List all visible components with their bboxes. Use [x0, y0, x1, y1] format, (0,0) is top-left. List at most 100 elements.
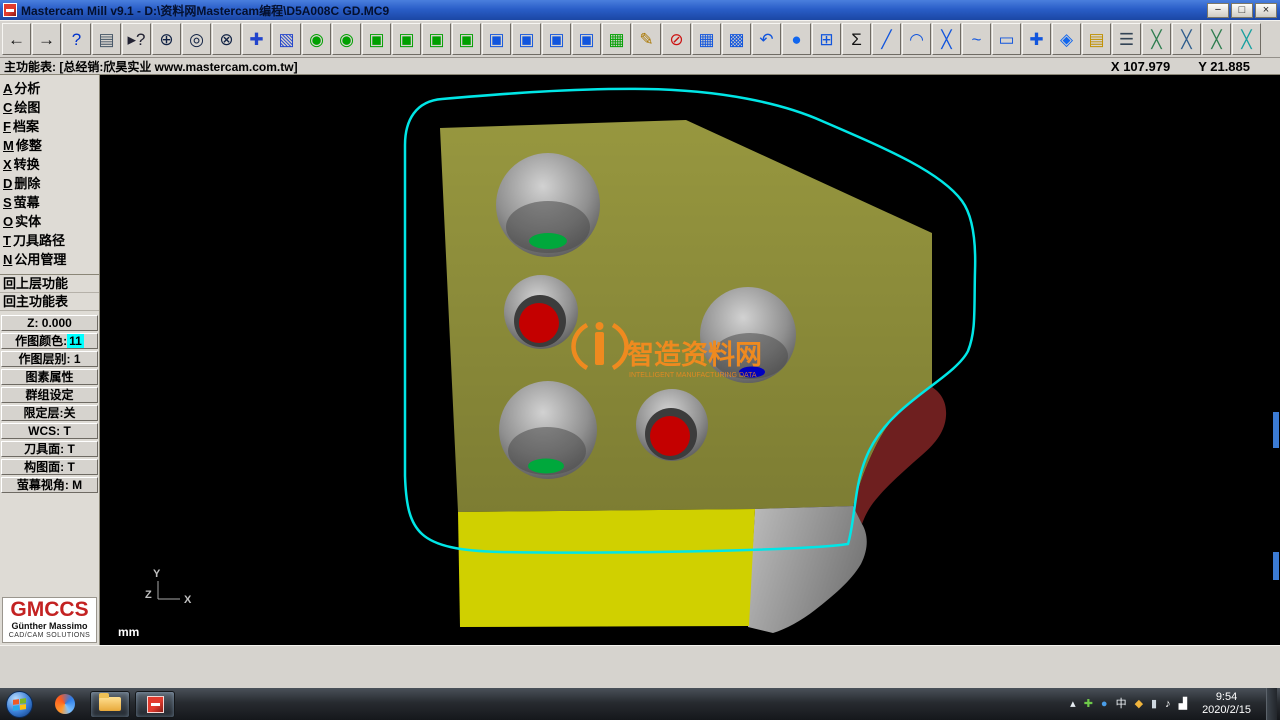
gview-iso-icon[interactable]: ◉ — [302, 23, 331, 55]
show-hidden-icon[interactable]: ▴ — [1070, 699, 1076, 710]
zoom-fit-icon[interactable]: ◎ — [182, 23, 211, 55]
cursor-coordinates: X 107.979 Y 21.885 — [1111, 59, 1276, 74]
axis-y-label: Y — [153, 568, 161, 580]
setting-button[interactable]: 刀具面: T — [1, 441, 98, 457]
forward-icon[interactable]: → — [32, 23, 61, 55]
trim-icon[interactable]: ╳ — [932, 23, 961, 55]
axes-indicator: Y Z X — [145, 568, 192, 606]
menu-item[interactable]: D删除 — [0, 174, 99, 193]
solid-cube-icon[interactable]: ◈ — [1052, 23, 1081, 55]
graphics-viewport[interactable]: 智造资料网 INTELLIGENT MANUFACTURING DATA Y Z… — [100, 75, 1280, 645]
hole-bottom-left — [499, 381, 597, 479]
paste-window-icon[interactable]: ▩ — [722, 23, 751, 55]
ime-icon[interactable]: 中 — [1116, 699, 1127, 710]
shade-icon[interactable]: ▦ — [602, 23, 631, 55]
menu-item[interactable]: N公用管理 — [0, 250, 99, 269]
setting-button[interactable]: 构图面: T — [1, 459, 98, 475]
setting-button[interactable]: 作图层别: 1 — [1, 351, 98, 367]
gview-side-icon[interactable]: ▣ — [422, 23, 451, 55]
taskbar-browser-button[interactable] — [45, 691, 85, 718]
menu-item[interactable]: M修整 — [0, 136, 99, 155]
point-cross-icon[interactable]: ✚ — [1022, 23, 1051, 55]
cplane-3d-icon[interactable]: ▣ — [482, 23, 511, 55]
toolbar-icon: ▸? — [128, 31, 146, 48]
setting-button[interactable]: WCS: T — [1, 423, 98, 439]
zoom-in-icon[interactable]: ⊕ — [152, 23, 181, 55]
menu-item-label: 修整 — [16, 138, 42, 153]
menu-shortcut-key: M — [3, 138, 14, 153]
spline-icon[interactable]: ~ — [962, 23, 991, 55]
start-button[interactable] — [6, 691, 33, 718]
menu-item-label: 档案 — [13, 119, 39, 134]
notepad-icon[interactable]: ▤ — [92, 23, 121, 55]
menu-item[interactable]: O实体 — [0, 212, 99, 231]
drawer-icon[interactable]: ▤ — [1082, 23, 1111, 55]
scrollbar-marker-upper[interactable] — [1273, 412, 1279, 448]
backup-menu-button[interactable]: 回上层功能 — [0, 275, 99, 293]
zoom-window-icon[interactable]: ▧ — [272, 23, 301, 55]
sigma-icon[interactable]: Σ — [842, 23, 871, 55]
close-button[interactable]: × — [1255, 3, 1277, 18]
xform-mirror-icon[interactable]: ╳ — [1142, 23, 1171, 55]
security-icon[interactable]: ✚ — [1084, 699, 1093, 710]
main-menu-button[interactable]: 回主功能表 — [0, 293, 99, 311]
menu-item[interactable]: A分析 — [0, 79, 99, 98]
system-tray: ▴ ✚ ● 中 ◆ ▮ ♪ ▟ 9:54 2020/2/15 — [1070, 688, 1280, 720]
maximize-button[interactable]: □ — [1231, 3, 1253, 18]
zoom-target-icon[interactable]: ⊗ — [212, 23, 241, 55]
xform-offset-icon[interactable]: ╳ — [1232, 23, 1261, 55]
gview-top-icon[interactable]: ▣ — [362, 23, 391, 55]
show-desktop-button[interactable] — [1266, 688, 1277, 720]
color-button[interactable]: 作图颜色:11 — [1, 333, 98, 349]
line-icon[interactable]: ╱ — [872, 23, 901, 55]
cplane-side-icon[interactable]: ▣ — [572, 23, 601, 55]
undo-icon[interactable]: ↶ — [752, 23, 781, 55]
menu-item[interactable]: C绘图 — [0, 98, 99, 117]
scrollbar-marker-lower[interactable] — [1273, 552, 1279, 580]
cursor-help-icon[interactable]: ▸? — [122, 23, 151, 55]
menu-shortcut-key: D — [3, 176, 12, 191]
cplane-top-icon[interactable]: ▣ — [512, 23, 541, 55]
taskbar-mastercam-button[interactable] — [135, 691, 175, 718]
toolbar-icon: ▣ — [548, 31, 564, 48]
rect-icon[interactable]: ▭ — [992, 23, 1021, 55]
xform-scale-icon[interactable]: ╳ — [1202, 23, 1231, 55]
menu-item[interactable]: X转换 — [0, 155, 99, 174]
back-icon[interactable]: ← — [2, 23, 31, 55]
menu-item-label: 萤幕 — [14, 195, 40, 210]
setting-button[interactable]: 图素属性 — [1, 369, 98, 385]
cplane-front-icon[interactable]: ▣ — [542, 23, 571, 55]
menu-item[interactable]: F档案 — [0, 117, 99, 136]
update-icon[interactable]: ◆ — [1135, 699, 1143, 710]
z-depth-button[interactable]: Z: 0.000 — [1, 315, 98, 331]
pencil-icon[interactable]: ✎ — [632, 23, 661, 55]
minimize-button[interactable]: − — [1207, 3, 1229, 18]
setting-button[interactable]: 限定层:关 — [1, 405, 98, 421]
browser-tray-icon[interactable]: ● — [1101, 699, 1108, 710]
pan-icon[interactable]: ✚ — [242, 23, 271, 55]
sphere-icon[interactable]: ● — [782, 23, 811, 55]
usb-icon[interactable]: ▮ — [1151, 699, 1157, 710]
menu-item[interactable]: S萤幕 — [0, 193, 99, 212]
gview-front-icon[interactable]: ▣ — [392, 23, 421, 55]
copy-window-icon[interactable]: ▦ — [692, 23, 721, 55]
arc-icon[interactable]: ◠ — [902, 23, 931, 55]
menu-shortcut-key: S — [3, 195, 12, 210]
xform-rotate-icon[interactable]: ╳ — [1172, 23, 1201, 55]
setting-button[interactable]: 群组设定 — [1, 387, 98, 403]
gview-wcs-icon[interactable]: ◉ — [332, 23, 361, 55]
clock-date: 2020/2/15 — [1202, 704, 1251, 717]
delete-icon[interactable]: ⊘ — [662, 23, 691, 55]
taskbar-explorer-button[interactable] — [90, 691, 130, 718]
menu-item-label: 转换 — [14, 157, 40, 172]
setting-button[interactable]: 萤幕视角: M — [1, 477, 98, 493]
menu-item-label: 公用管理 — [14, 252, 66, 267]
volume-icon[interactable]: ♪ — [1165, 699, 1171, 710]
gview-back-icon[interactable]: ▣ — [452, 23, 481, 55]
help-icon[interactable]: ? — [62, 23, 91, 55]
list-bars-icon[interactable]: ☰ — [1112, 23, 1141, 55]
taskbar-clock[interactable]: 9:54 2020/2/15 — [1202, 691, 1251, 717]
network-icon[interactable]: ▟ — [1179, 699, 1187, 710]
grid-icon[interactable]: ⊞ — [812, 23, 841, 55]
menu-item[interactable]: T刀具路径 — [0, 231, 99, 250]
